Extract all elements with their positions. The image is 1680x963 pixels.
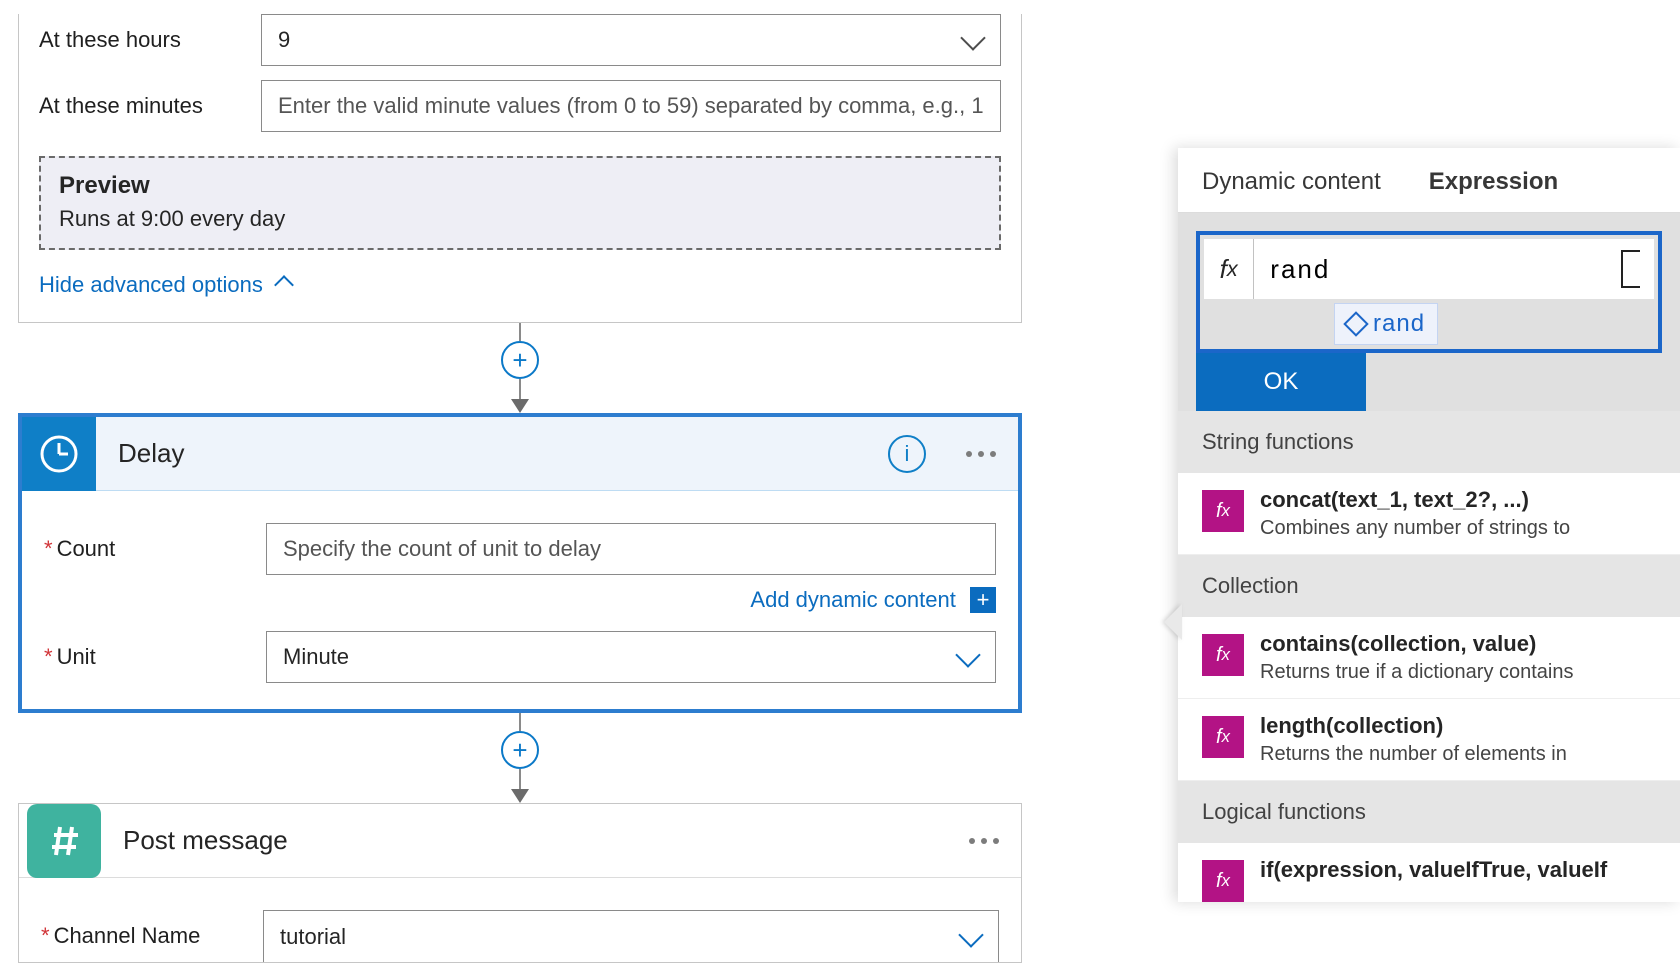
arrow-down-icon xyxy=(511,789,529,803)
unit-value: Minute xyxy=(283,644,349,670)
delay-header[interactable]: Delay i xyxy=(22,417,1018,491)
expression-suggestion[interactable]: rand xyxy=(1334,303,1438,345)
plus-icon: + xyxy=(970,587,996,613)
hours-label: At these hours xyxy=(39,27,261,53)
delay-card: Delay i *Count Add dynamic content + *Un… xyxy=(18,413,1022,713)
unit-select[interactable]: Minute xyxy=(266,631,996,683)
suggestion-text: rand xyxy=(1373,310,1425,338)
preview-title: Preview xyxy=(59,172,981,200)
hide-advanced-label: Hide advanced options xyxy=(39,272,263,298)
post-message-header[interactable]: Post message xyxy=(19,804,1021,878)
post-message-card: Post message *Channel Name tutorial xyxy=(18,803,1022,963)
fx-badge-icon: fx xyxy=(1202,634,1244,676)
add-step-button[interactable]: + xyxy=(501,341,539,379)
count-label: *Count xyxy=(44,536,266,562)
fn-contains[interactable]: fx contains(collection, value) Returns t… xyxy=(1178,617,1680,699)
fn-description: Combines any number of strings to xyxy=(1260,517,1570,540)
connector-line xyxy=(519,323,521,341)
fn-if[interactable]: fx if(expression, valueIfTrue, valueIf xyxy=(1178,843,1680,902)
fn-description: Returns true if a dictionary contains xyxy=(1260,661,1574,684)
fn-concat[interactable]: fx concat(text_1, text_2?, ...) Combines… xyxy=(1178,473,1680,555)
text-cursor-icon xyxy=(1621,250,1640,288)
hours-value: 9 xyxy=(278,27,290,53)
expression-panel: Dynamic content Expression fx rand OK St… xyxy=(1178,148,1680,902)
channel-select[interactable]: tutorial xyxy=(263,910,999,962)
preview-text: Runs at 9:00 every day xyxy=(59,206,981,232)
panel-pointer-icon xyxy=(1164,604,1182,640)
fn-signature: if(expression, valueIfTrue, valueIf xyxy=(1260,857,1607,883)
fn-signature: concat(text_1, text_2?, ...) xyxy=(1260,487,1570,513)
more-menu-button[interactable] xyxy=(966,451,996,457)
category-string-functions[interactable]: String functions xyxy=(1178,411,1680,473)
chevron-down-icon xyxy=(962,924,980,950)
channel-label: *Channel Name xyxy=(41,923,263,949)
hours-select[interactable]: 9 xyxy=(261,14,1001,66)
arrow-down-icon xyxy=(511,399,529,413)
connector-line xyxy=(519,713,521,731)
expression-input[interactable] xyxy=(1254,239,1621,299)
connector-line xyxy=(519,379,521,401)
count-input[interactable] xyxy=(283,536,979,562)
post-message-title: Post message xyxy=(123,825,288,856)
fx-badge-icon: fx xyxy=(1202,860,1244,902)
fn-signature: length(collection) xyxy=(1260,713,1567,739)
expression-input-row[interactable]: fx xyxy=(1204,239,1654,299)
chevron-down-icon xyxy=(959,644,977,670)
tab-dynamic-content[interactable]: Dynamic content xyxy=(1178,148,1405,212)
count-input-wrap[interactable] xyxy=(266,523,996,575)
hide-advanced-toggle[interactable]: Hide advanced options xyxy=(39,272,291,298)
fx-badge-icon: fx xyxy=(1202,716,1244,758)
category-collection[interactable]: Collection xyxy=(1178,555,1680,617)
ok-button[interactable]: OK xyxy=(1196,353,1366,411)
chevron-up-icon xyxy=(277,272,291,298)
channel-value: tutorial xyxy=(280,924,346,950)
fn-length[interactable]: fx length(collection) Returns the number… xyxy=(1178,699,1680,781)
info-icon[interactable]: i xyxy=(888,435,926,473)
minutes-input-wrap[interactable] xyxy=(261,80,1001,132)
connector-line xyxy=(519,769,521,791)
hashtag-icon xyxy=(27,804,101,878)
minutes-label: At these minutes xyxy=(39,93,261,119)
chevron-down-icon xyxy=(964,27,982,53)
add-step-button[interactable]: + xyxy=(501,731,539,769)
fn-description: Returns the number of elements in xyxy=(1260,743,1567,766)
tab-expression[interactable]: Expression xyxy=(1405,148,1582,212)
cube-icon xyxy=(1343,311,1368,336)
delay-title: Delay xyxy=(118,438,184,469)
fn-signature: contains(collection, value) xyxy=(1260,631,1574,657)
clock-icon xyxy=(22,417,96,491)
preview-box: Preview Runs at 9:00 every day xyxy=(39,156,1001,250)
fx-icon: fx xyxy=(1204,239,1254,299)
expression-highlight: fx rand xyxy=(1196,231,1662,353)
recurrence-card: At these hours 9 At these minutes Previe… xyxy=(18,14,1022,323)
minutes-input[interactable] xyxy=(278,93,984,119)
unit-label: *Unit xyxy=(44,644,266,670)
add-dynamic-content-text: Add dynamic content xyxy=(750,587,955,612)
add-dynamic-content-link[interactable]: Add dynamic content + xyxy=(44,587,996,613)
more-menu-button[interactable] xyxy=(969,838,999,844)
fx-badge-icon: fx xyxy=(1202,490,1244,532)
category-logical-functions[interactable]: Logical functions xyxy=(1178,781,1680,843)
